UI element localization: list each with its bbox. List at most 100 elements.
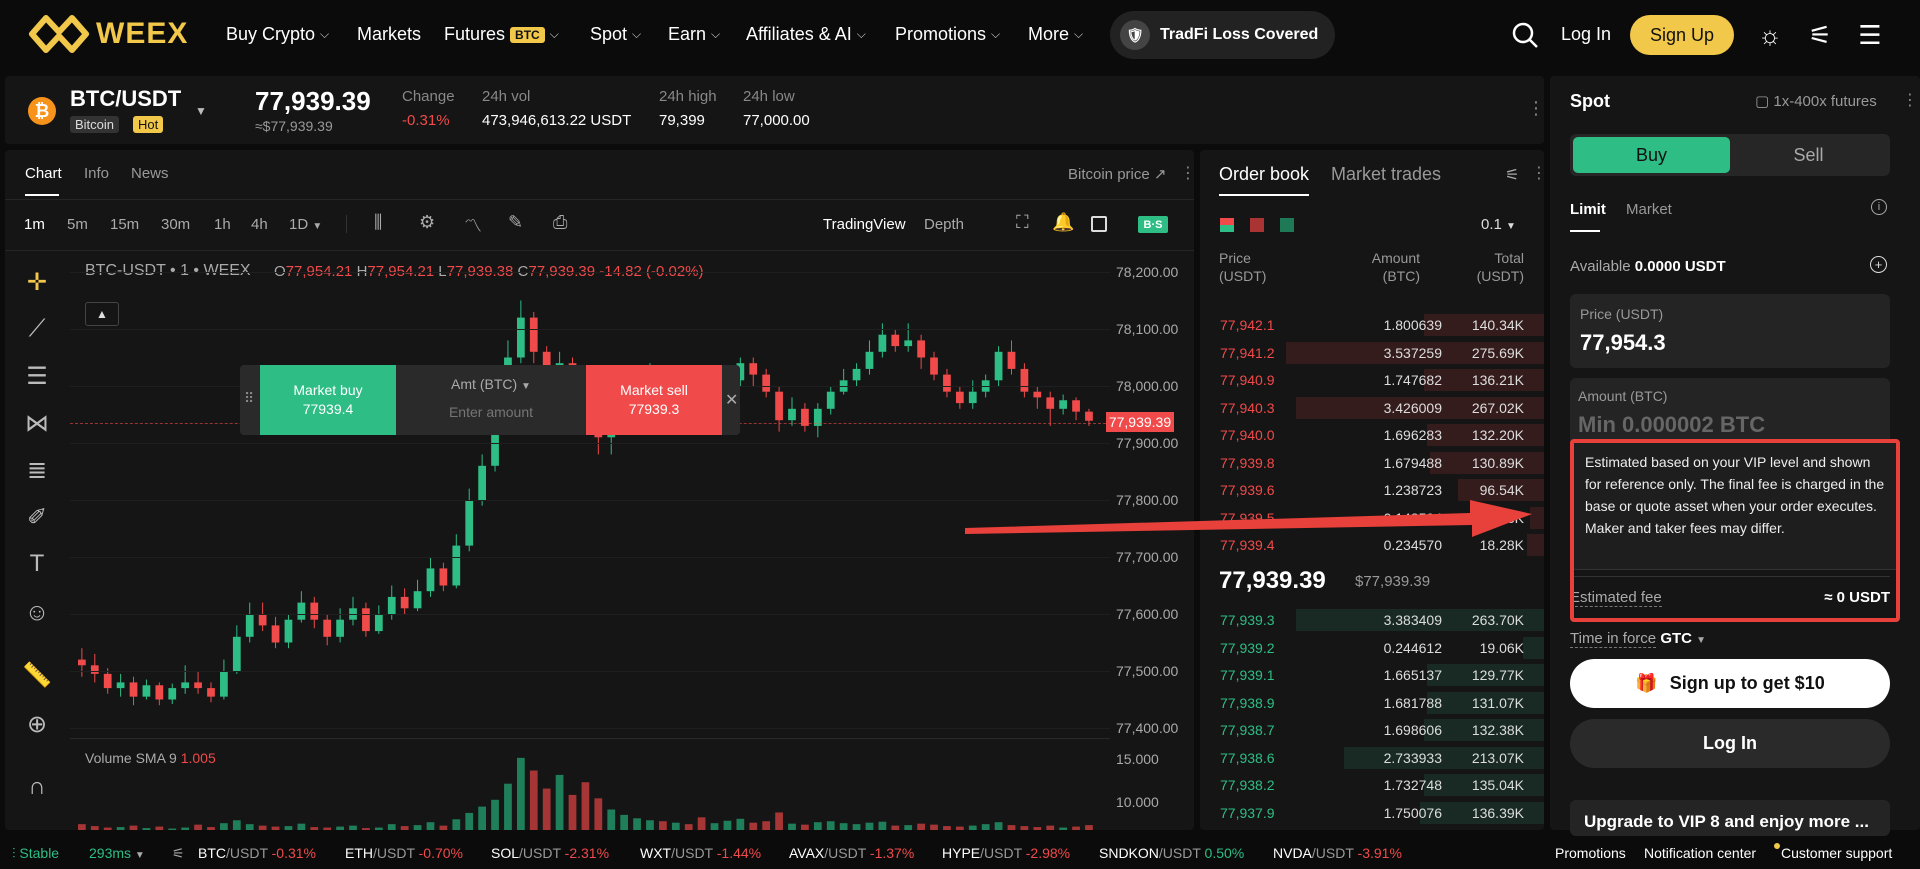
bid-row[interactable]: 77,939.2 0.244612 19.06K	[1200, 636, 1544, 659]
signup-bonus-button[interactable]: 🎁 Sign up to get $10	[1570, 659, 1890, 708]
tab-info[interactable]: Info	[84, 165, 109, 182]
price-value[interactable]: 77,954.3	[1580, 330, 1666, 356]
ruler-icon[interactable]: 📏	[20, 658, 54, 692]
ticker-pair[interactable]: AVAX/USDT -1.37%	[789, 845, 914, 861]
drag-handle-icon[interactable]: ⠿	[244, 390, 254, 407]
ticker-pair[interactable]: BTC/USDT -0.31%	[198, 845, 316, 861]
latency[interactable]: 293ms ▼	[89, 845, 145, 861]
futures-link[interactable]: ▢ 1x-400x futures	[1755, 92, 1877, 110]
bid-row[interactable]: 77,938.6 2.733933 213.07K	[1200, 746, 1544, 769]
market-buy-button[interactable]: Market buy 77939.4	[260, 365, 396, 435]
bid-row[interactable]: 77,938.9 1.681788 131.07K	[1200, 691, 1544, 714]
tab-limit[interactable]: Limit	[1570, 201, 1606, 218]
quick-amount-input[interactable]	[420, 400, 562, 424]
add-funds-icon[interactable]: +	[1870, 256, 1887, 273]
layout-bids-icon[interactable]	[1280, 218, 1294, 232]
bell-icon[interactable]: 🔔	[1052, 212, 1074, 233]
pattern-icon[interactable]: ⋈	[20, 406, 54, 440]
time-in-force[interactable]: Time in force GTC ▼	[1570, 630, 1706, 648]
bid-row[interactable]: 77,939.1 1.665137 129.77K	[1200, 664, 1544, 686]
fullscreen-icon[interactable]: ⛶	[1016, 212, 1029, 233]
nav-buy-crypto[interactable]: Buy Crypto ⌵	[226, 24, 329, 45]
magnet-icon[interactable]: ∩	[20, 770, 54, 804]
timeframe-4h[interactable]: 4h	[251, 216, 268, 233]
ticker-pair[interactable]: SOL/USDT -2.31%	[491, 845, 609, 861]
ask-row[interactable]: 77,939.8 1.679488 130.89K	[1200, 451, 1544, 474]
vip-upgrade-banner[interactable]: Upgrade to VIP 8 and enjoy more ...	[1570, 800, 1890, 836]
tradfi-banner[interactable]: 🛡 TradFi Loss Covered	[1110, 11, 1335, 59]
buy-tab[interactable]: Buy	[1573, 137, 1730, 173]
tab-order-book[interactable]: Order book	[1219, 164, 1309, 185]
bid-row[interactable]: 77,937.9 1.750076 136.39K	[1200, 801, 1544, 824]
nav-futures[interactable]: Futures BTC ⌵	[444, 24, 559, 45]
price-field[interactable]: Price (USDT) 77,954.3	[1570, 294, 1890, 368]
brush-icon[interactable]: ✐	[20, 500, 54, 534]
menu-icon[interactable]: ☰	[1853, 18, 1887, 52]
view-depth[interactable]: Depth	[924, 216, 964, 233]
emoji-icon[interactable]: ☺	[20, 596, 54, 630]
more-vertical-icon[interactable]: ⋮	[1527, 98, 1545, 119]
ticker-pair[interactable]: ETH/USDT -0.70%	[345, 845, 463, 861]
login-link[interactable]: Log In	[1561, 24, 1611, 45]
bid-row[interactable]: 77,939.3 3.383409 263.70K	[1200, 609, 1544, 631]
theme-sun-icon[interactable]: ☼	[1753, 18, 1787, 52]
amount-field[interactable]: Amount (BTC) Min 0.000002 BTC	[1570, 378, 1890, 448]
horizontal-lines-icon[interactable]: ☰	[20, 359, 54, 393]
nav-earn[interactable]: Earn ⌵	[668, 24, 720, 45]
more-vertical-icon[interactable]: ⋮	[1902, 90, 1918, 110]
amount-placeholder[interactable]: Min 0.000002 BTC	[1578, 412, 1765, 438]
ticker-pair[interactable]: WXT/USDT -1.44%	[640, 845, 761, 861]
footer-notification-link[interactable]: Notification center	[1644, 843, 1780, 861]
ask-row[interactable]: 77,941.2 3.537259 275.69K	[1200, 341, 1544, 364]
settings-sliders-icon[interactable]: ⚟	[1505, 165, 1519, 185]
trendline-icon[interactable]: ⟋	[20, 312, 54, 346]
market-sell-button[interactable]: Market sell 77939.3	[586, 365, 722, 435]
layout-asks-icon[interactable]	[1250, 218, 1264, 232]
gear-icon[interactable]: ⚙	[419, 212, 435, 233]
timeframe-1d[interactable]: 1D ▼	[289, 216, 322, 233]
tab-market[interactable]: Market	[1626, 201, 1672, 218]
bid-row[interactable]: 77,938.7 1.698606 132.38K	[1200, 719, 1544, 741]
nav-markets[interactable]: Markets	[357, 24, 421, 45]
ask-row[interactable]: 77,940.9 1.747682 136.21K	[1200, 369, 1544, 391]
pair-symbol[interactable]: BTC/USDT	[70, 86, 181, 112]
footer-support-link[interactable]: Customer support	[1781, 845, 1892, 861]
collapse-legend-button[interactable]: ▲	[85, 302, 119, 326]
ticker-pair[interactable]: NVDA/USDT -3.91%	[1273, 845, 1402, 861]
nav-affiliates[interactable]: Affiliates & AI ⌵	[746, 24, 866, 45]
text-icon[interactable]: T	[20, 547, 54, 581]
settings-sliders-icon[interactable]: ⚟	[1803, 18, 1837, 52]
bid-row[interactable]: 77,938.2 1.732748 135.04K	[1200, 774, 1544, 796]
search-icon[interactable]	[1508, 18, 1542, 52]
timeframe-1m[interactable]: 1m	[24, 216, 45, 233]
weex-logo[interactable]: WEEX	[28, 14, 188, 54]
footer-promotions-link[interactable]: Promotions	[1555, 845, 1626, 861]
close-icon[interactable]: ✕	[725, 390, 738, 410]
candlestick-chart[interactable]	[70, 252, 1110, 738]
tab-chart[interactable]: Chart	[25, 165, 62, 182]
signup-button[interactable]: Sign Up	[1630, 15, 1734, 55]
ticker-pair[interactable]: SNDKON/USDT 0.50%	[1099, 845, 1244, 861]
pair-dropdown-icon[interactable]: ▼	[195, 104, 207, 118]
buy-sell-toggle-icon[interactable]: B·S	[1138, 216, 1168, 233]
tab-news[interactable]: News	[131, 165, 169, 182]
ticker-pair[interactable]: HYPE/USDT -2.98%	[942, 845, 1070, 861]
price-step-select[interactable]: 0.1 ▼	[1481, 216, 1516, 233]
nav-more[interactable]: More ⌵	[1028, 24, 1083, 45]
sell-tab[interactable]: Sell	[1730, 137, 1887, 173]
ticker-settings-icon[interactable]: ⚟	[172, 845, 185, 862]
more-vertical-icon[interactable]: ⋮	[1531, 163, 1547, 183]
zoom-in-icon[interactable]: ⊕	[20, 707, 54, 741]
timeframe-15m[interactable]: 15m	[110, 216, 139, 233]
nav-promotions[interactable]: Promotions ⌵	[895, 24, 1000, 45]
timeframe-30m[interactable]: 30m	[161, 216, 190, 233]
timeframe-5m[interactable]: 5m	[67, 216, 88, 233]
ask-row[interactable]: 77,940.0 1.696283 132.20K	[1200, 424, 1544, 446]
indicators-icon[interactable]: 〽	[464, 212, 482, 238]
timeframe-1h[interactable]: 1h	[214, 216, 231, 233]
layout-both-icon[interactable]	[1220, 218, 1234, 232]
camera-icon[interactable]: ⎙	[553, 212, 567, 233]
login-button[interactable]: Log In	[1570, 719, 1890, 768]
fib-icon[interactable]: ≣	[20, 453, 54, 487]
amount-unit-select[interactable]: Amt (BTC) ▼	[396, 376, 586, 392]
